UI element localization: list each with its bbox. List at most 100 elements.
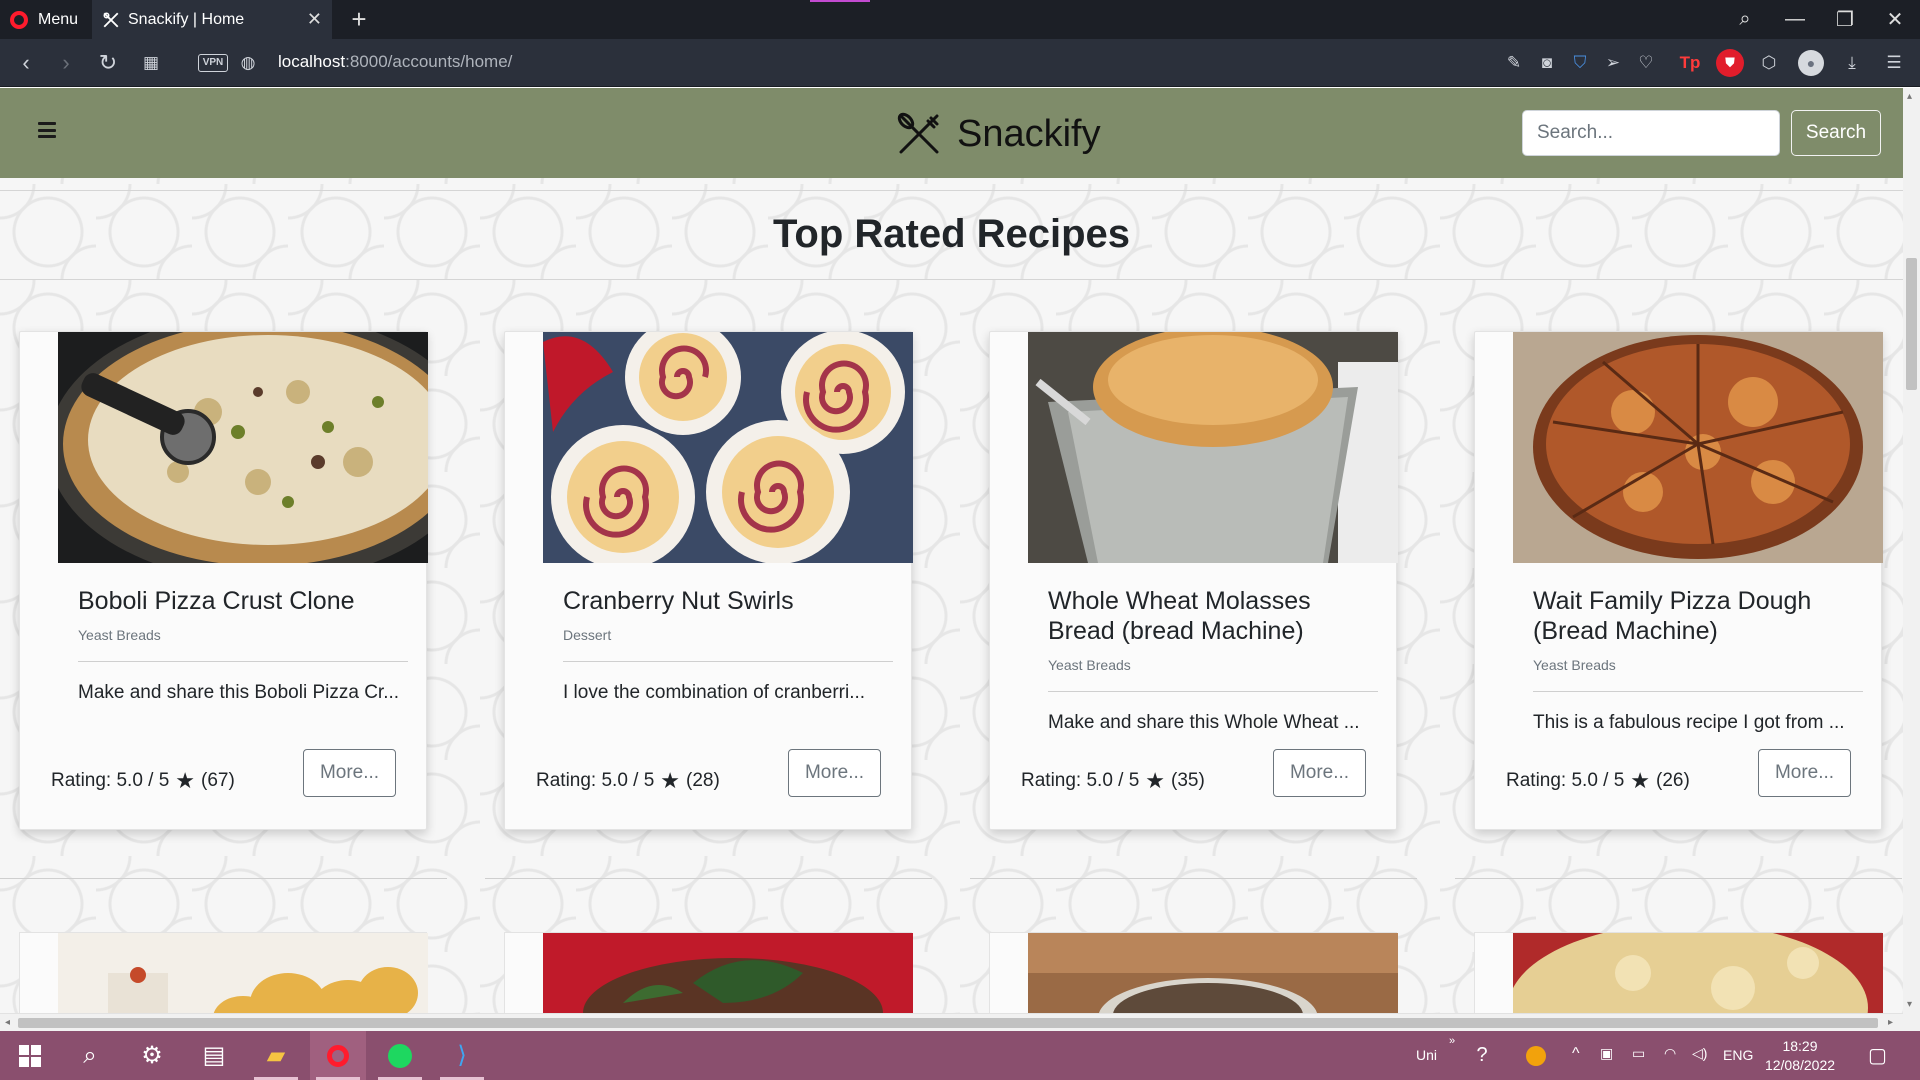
clock-date: 12/08/2022 bbox=[1764, 1057, 1836, 1073]
opera-menu-button[interactable]: Menu bbox=[0, 0, 92, 39]
horizontal-scrollbar[interactable]: ◂ ▸ bbox=[0, 1013, 1903, 1031]
search-input[interactable] bbox=[1522, 110, 1780, 156]
recipe-card: Boboli Pizza Crust Clone Yeast Breads Ma… bbox=[19, 331, 428, 830]
reload-icon[interactable]: ↻ bbox=[92, 48, 124, 78]
camera-icon[interactable]: ◙ bbox=[1535, 51, 1559, 75]
volume-icon[interactable]: ◁) bbox=[1692, 1045, 1707, 1062]
tp-extension-icon[interactable]: Tp bbox=[1678, 51, 1702, 75]
hamburger-icon[interactable] bbox=[38, 122, 56, 138]
star-icon: ★ bbox=[175, 768, 196, 793]
rating-text: Rating: 5.0 / 5 bbox=[1021, 770, 1140, 791]
card-divider bbox=[563, 661, 893, 662]
url-field[interactable]: localhost:8000/accounts/home/ bbox=[278, 52, 512, 72]
rating-count: (28) bbox=[686, 770, 720, 791]
tab-indicator bbox=[810, 0, 870, 2]
star-icon: ★ bbox=[1145, 768, 1166, 793]
forward-button[interactable]: › bbox=[50, 48, 82, 78]
file-explorer-window-icon[interactable]: ▤ bbox=[186, 1031, 242, 1080]
windows-start-icon[interactable] bbox=[2, 1031, 58, 1080]
vpn-badge[interactable]: VPN bbox=[198, 54, 228, 72]
action-center-icon[interactable]: ▢ bbox=[1868, 1043, 1887, 1068]
downloads-icon[interactable]: ⤓ bbox=[1840, 51, 1864, 75]
tab-close-icon[interactable]: ✕ bbox=[307, 9, 322, 30]
minimize-button[interactable]: — bbox=[1772, 0, 1818, 39]
recipe-image[interactable] bbox=[58, 332, 428, 563]
row-divider bbox=[1455, 878, 1902, 879]
language-indicator[interactable]: ENG bbox=[1723, 1047, 1753, 1063]
horizontal-scroll-thumb[interactable] bbox=[18, 1018, 1878, 1028]
browser-tab-strip: Menu Snackify | Home ✕ + ⌕ — ❐ ✕ bbox=[0, 0, 1920, 39]
close-window-button[interactable]: ✕ bbox=[1872, 0, 1918, 39]
scroll-left-icon[interactable]: ◂ bbox=[5, 1017, 10, 1028]
snackify-logo-icon bbox=[897, 112, 939, 154]
wifi-icon[interactable]: ◠ bbox=[1664, 1045, 1676, 1062]
help-icon[interactable]: ? bbox=[1462, 1031, 1502, 1080]
rating-count: (26) bbox=[1656, 770, 1690, 791]
browser-search-icon[interactable]: ⌕ bbox=[1722, 0, 1768, 39]
address-bar-row: ‹ › ↻ ▦ VPN ◍ localhost:8000/accounts/ho… bbox=[0, 39, 1920, 87]
battery-icon[interactable]: ▭ bbox=[1632, 1045, 1645, 1062]
recipe-title[interactable]: Whole Wheat Molasses Bread (bread Machin… bbox=[1048, 586, 1378, 646]
row-divider bbox=[485, 878, 932, 879]
rating-count: (35) bbox=[1171, 770, 1205, 791]
star-icon: ★ bbox=[1630, 768, 1651, 793]
scroll-down-icon[interactable]: ▾ bbox=[1907, 999, 1912, 1010]
back-button[interactable]: ‹ bbox=[10, 48, 42, 78]
heart-icon[interactable]: ♡ bbox=[1634, 51, 1658, 75]
recipe-category: Yeast Breads bbox=[78, 627, 161, 643]
brand-link[interactable]: Snackify bbox=[893, 108, 1101, 160]
recipe-card: Whole Wheat Molasses Bread (bread Machin… bbox=[989, 331, 1398, 830]
recipe-rating: Rating: 5.0 / 5 ★ (28) bbox=[536, 768, 720, 794]
scroll-right-icon[interactable]: ▸ bbox=[1888, 1017, 1893, 1028]
recipe-image[interactable] bbox=[543, 332, 913, 563]
recipe-title[interactable]: Boboli Pizza Crust Clone bbox=[78, 586, 408, 616]
more-button[interactable]: More... bbox=[303, 749, 396, 797]
vscode-icon[interactable]: ⟩ bbox=[434, 1031, 490, 1080]
meet-now-icon[interactable]: ▣ bbox=[1600, 1045, 1613, 1062]
more-button[interactable]: More... bbox=[1758, 749, 1851, 797]
restore-button[interactable]: ❐ bbox=[1822, 0, 1868, 39]
settings-icon[interactable]: ⚙ bbox=[124, 1031, 180, 1080]
send-icon[interactable]: ➢ bbox=[1601, 51, 1625, 75]
search-icon[interactable]: ⌕ bbox=[62, 1031, 118, 1080]
recipe-image[interactable] bbox=[1513, 332, 1883, 563]
recipe-image[interactable] bbox=[1028, 332, 1398, 563]
cube-icon[interactable]: ⬡ bbox=[1757, 51, 1781, 75]
tabs-grid-icon[interactable]: ▦ bbox=[135, 48, 167, 78]
snapshot-edit-icon[interactable]: ✎ bbox=[1502, 51, 1526, 75]
profile-avatar-icon[interactable]: ● bbox=[1798, 50, 1824, 76]
tab-title: Snackify | Home bbox=[128, 10, 245, 28]
vertical-scrollbar[interactable]: ▴ ▾ bbox=[1903, 88, 1920, 1031]
recipe-card: Wait Family Pizza Dough (Bread Machine) … bbox=[1474, 331, 1883, 830]
more-button[interactable]: More... bbox=[1273, 749, 1366, 797]
input-method-label[interactable]: Uni bbox=[1416, 1047, 1437, 1063]
scroll-up-icon[interactable]: ▴ bbox=[1907, 91, 1912, 102]
section-bottom-rule bbox=[0, 279, 1903, 280]
clock-time: 18:29 bbox=[1782, 1038, 1818, 1054]
recipe-title[interactable]: Wait Family Pizza Dough (Bread Machine) bbox=[1533, 586, 1863, 646]
chevron-up-icon[interactable]: ^ bbox=[1572, 1045, 1580, 1063]
recipe-title[interactable]: Cranberry Nut Swirls bbox=[563, 586, 893, 616]
card-divider bbox=[78, 661, 408, 662]
folder-icon[interactable]: ▰ bbox=[248, 1031, 304, 1080]
taskbar-clock[interactable]: 18:29 12/08/2022 bbox=[1762, 1037, 1838, 1075]
search-button[interactable]: Search bbox=[1791, 110, 1881, 156]
adblock-shield-icon[interactable]: ⛊ bbox=[1716, 49, 1744, 77]
vertical-scroll-thumb[interactable] bbox=[1906, 258, 1917, 390]
row-divider bbox=[970, 878, 1417, 879]
new-tab-button[interactable]: + bbox=[344, 2, 374, 36]
notification-app-icon[interactable] bbox=[1518, 1031, 1554, 1080]
ime-expand-icon[interactable]: » bbox=[1449, 1035, 1455, 1047]
spotify-icon[interactable] bbox=[372, 1031, 428, 1080]
section-title: Top Rated Recipes bbox=[772, 212, 1131, 256]
site-info-icon[interactable]: ◍ bbox=[232, 48, 264, 78]
recipe-description: This is a fabulous recipe I got from ... bbox=[1533, 712, 1845, 733]
shield-check-icon[interactable]: ⛉ bbox=[1568, 51, 1592, 75]
browser-tab-active[interactable]: Snackify | Home ✕ bbox=[92, 0, 332, 39]
opera-taskbar-icon[interactable] bbox=[310, 1031, 366, 1080]
recipe-category: Dessert bbox=[563, 627, 612, 643]
recipe-rating: Rating: 5.0 / 5 ★ (35) bbox=[1021, 768, 1205, 794]
more-button[interactable]: More... bbox=[788, 749, 881, 797]
easy-setup-icon[interactable]: ☰ bbox=[1882, 51, 1906, 75]
url-path: :8000/accounts/home/ bbox=[345, 52, 513, 71]
